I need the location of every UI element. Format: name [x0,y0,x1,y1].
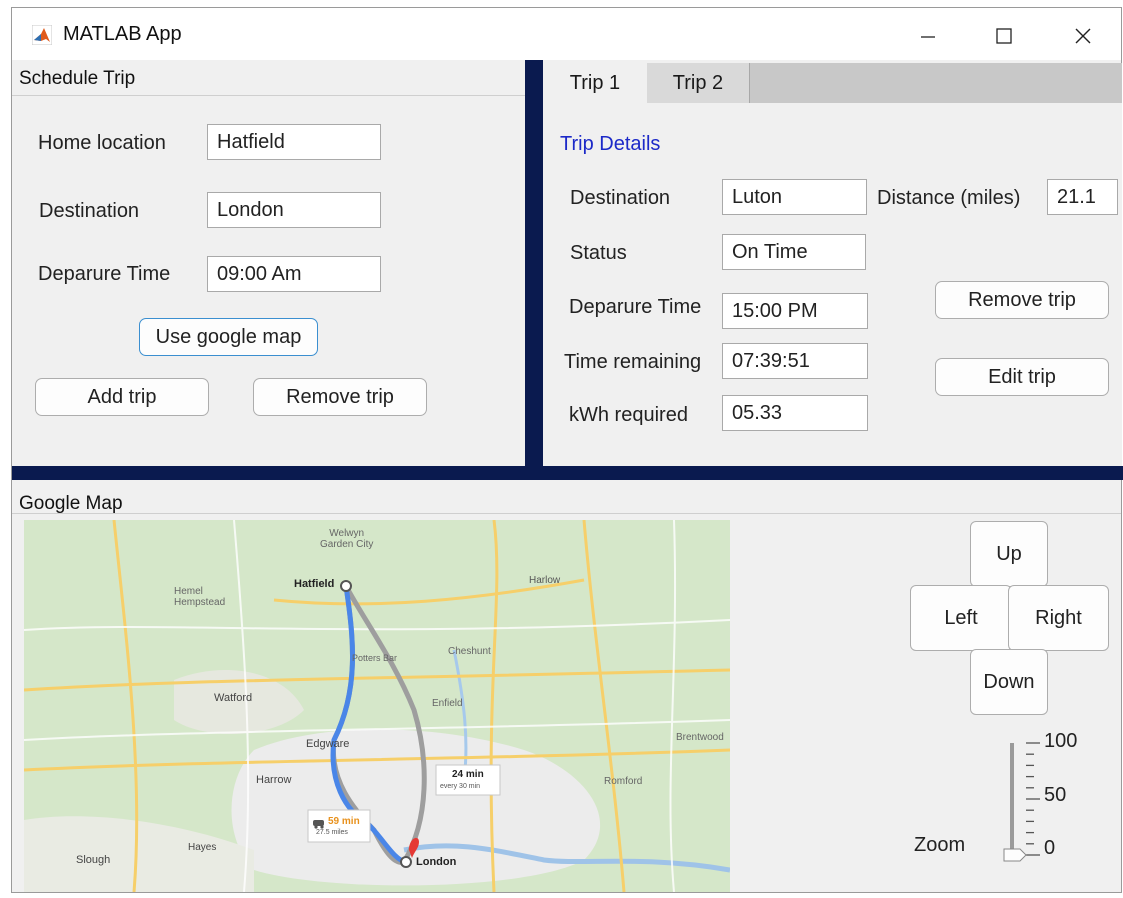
right-button[interactable]: Right [1008,585,1109,651]
zoom-slider-track [1003,742,1040,862]
map-label-edgware: Edgware [306,738,350,750]
time-remaining-field[interactable]: 07:39:51 [722,343,868,379]
app-window: MATLAB App Schedule Trip Home location H… [11,7,1123,893]
trip-details-title: Trip Details [560,133,661,155]
origin-marker [340,580,352,592]
map-label-watford: Watford [214,692,253,704]
zoom-slider[interactable] [990,735,1050,863]
map-label-hemel: Hemel Hempstead [174,586,226,608]
time-remaining-label: Time remaining [564,351,702,373]
trip-destination-label: Destination [570,187,671,209]
map-label-cheshunt: Cheshunt [448,646,491,657]
map-label-slough: Slough [76,854,111,866]
kwh-required-label: kWh required [569,404,688,426]
destination-label: Destination [39,200,140,222]
home-location-label: Home location [38,132,166,154]
trip-departure-time-label: Deparure Time [569,296,702,318]
trip-details-panel: Trip Details Destination Luton Distance … [543,103,1122,466]
trip-destination-field[interactable]: Luton [722,179,867,215]
zoom-label: Zoom [914,834,966,856]
tab-trip-2[interactable]: Trip 2 [647,63,750,103]
distance-label: Distance (miles) [877,187,1021,209]
map-label-harrow: Harrow [256,774,292,786]
route-alt-sub: every 30 min [440,783,481,790]
add-trip-button[interactable]: Add trip [35,378,209,416]
title-bar: MATLAB App [12,8,1121,60]
zoom-tick-0: 0 [1044,837,1056,859]
left-button[interactable]: Left [910,585,1012,651]
zoom-tick-100: 100 [1044,730,1078,752]
google-map-title: Google Map [19,493,123,514]
minimize-button[interactable] [905,16,951,56]
maximize-icon [996,28,1012,44]
tab-trip-1[interactable]: Trip 1 [543,63,647,103]
window-title: MATLAB App [63,23,182,45]
map-label-london: London [416,856,457,868]
map-label-hayes: Hayes [188,842,217,853]
home-location-field[interactable]: Hatfield [207,124,381,160]
destination-field[interactable]: London [207,192,381,228]
destination-marker [400,856,412,868]
map-label-potters-bar: Potters Bar [352,653,398,663]
minimize-icon [921,36,935,38]
zoom-thumb[interactable] [1003,848,1027,862]
zoom-track [1010,743,1014,855]
matlab-logo-icon [32,25,52,45]
map-header-divider [12,513,1121,514]
close-button[interactable] [1060,16,1106,56]
trip-tabs: Trip 1 Trip 2 [543,63,1122,103]
close-icon [1075,28,1091,44]
route-alt-time: 24 min [452,769,484,780]
kwh-required-field[interactable]: 05.33 [722,395,868,431]
schedule-trip-title: Schedule Trip [19,68,136,89]
map-label-welwyn: Welwyn Garden City [320,528,374,550]
map-label-harlow: Harlow [529,575,561,586]
up-button[interactable]: Up [970,521,1048,587]
route-main-time: 59 min [328,816,360,827]
maximize-button[interactable] [981,16,1027,56]
map-label-hatfield: Hatfield [294,578,335,590]
google-map-view[interactable]: Welwyn Garden City Hatfield Harlow Hemel… [24,520,730,892]
status-label: Status [570,242,627,264]
distance-field[interactable]: 21.1 [1047,179,1118,215]
use-google-map-button[interactable]: Use google map [139,318,318,356]
departure-time-label: Deparure Time [38,263,171,285]
zoom-tick-50: 50 [1044,784,1067,806]
departure-time-field[interactable]: 09:00 Am [207,256,381,292]
map-label-romford: Romford [604,776,643,787]
map-label-brentwood: Brentwood [676,732,724,743]
trip-departure-time-field[interactable]: 15:00 PM [722,293,868,329]
remove-trip-button-details[interactable]: Remove trip [935,281,1109,319]
map-graphic [24,520,730,892]
map-label-enfield: Enfield [432,698,463,709]
route-main-sub: 27.5 miles [316,829,348,836]
schedule-trip-panel: Schedule Trip Home location Hatfield Des… [12,60,525,468]
edit-trip-button[interactable]: Edit trip [935,358,1109,396]
vertical-divider [525,60,543,470]
horizontal-divider [12,466,1123,480]
remove-trip-button-schedule[interactable]: Remove trip [253,378,427,416]
down-button[interactable]: Down [970,649,1048,715]
status-field[interactable]: On Time [722,234,866,270]
panel-header-divider [12,95,525,96]
